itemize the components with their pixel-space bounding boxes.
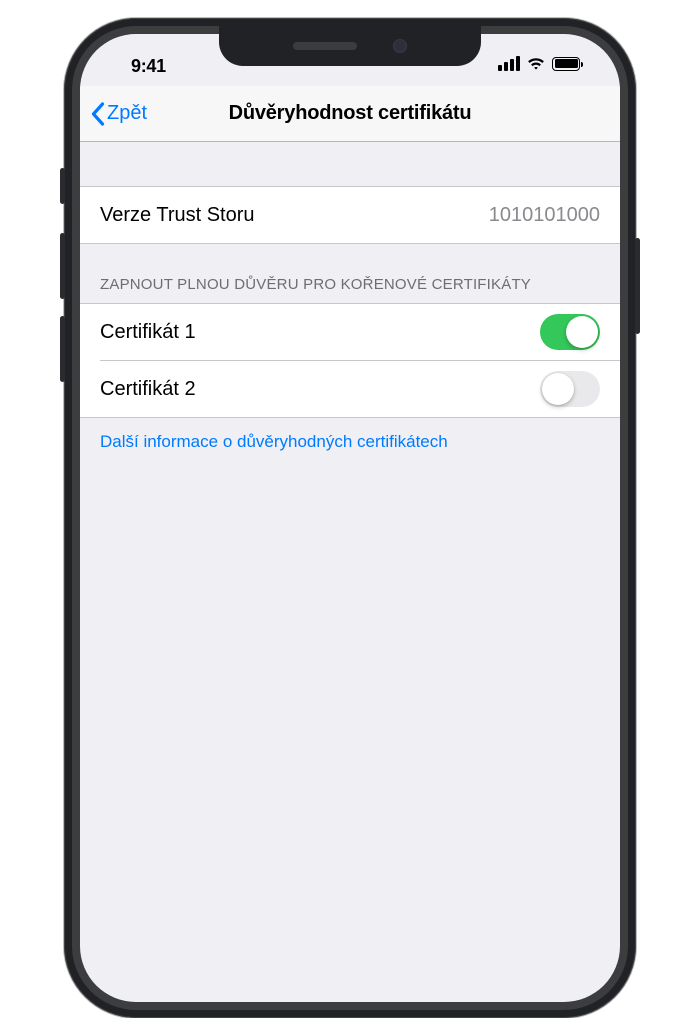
root-certs-group: Certifikát 1 Certifikát 2	[80, 303, 620, 418]
cert-label: Certifikát 2	[100, 378, 196, 401]
trust-store-label: Verze Trust Storu	[100, 204, 255, 227]
chevron-left-icon	[90, 102, 105, 126]
notch	[219, 26, 481, 66]
cert-row-1: Certifikát 1	[80, 304, 620, 360]
page-title: Důvěryhodnost certifikátu	[80, 102, 620, 125]
side-button-vol-down	[60, 316, 65, 382]
nav-bar: Zpět Důvěryhodnost certifikátu	[80, 86, 620, 142]
cert-toggle-1[interactable]	[540, 314, 600, 350]
back-button[interactable]: Zpět	[90, 102, 147, 126]
settings-content: Verze Trust Storu 1010101000 ZAPNOUT PLN…	[80, 142, 620, 452]
side-button-vol-up	[60, 233, 65, 299]
cert-label: Certifikát 1	[100, 321, 196, 344]
device-frame: 9:41	[64, 18, 636, 1018]
cellular-signal-icon	[498, 56, 520, 71]
screen: 9:41	[80, 34, 620, 1002]
cert-toggle-2[interactable]	[540, 371, 600, 407]
trust-store-row: Verze Trust Storu 1010101000	[80, 187, 620, 243]
root-certs-header: ZAPNOUT PLNOU DŮVĚRU PRO KOŘENOVÉ CERTIF…	[80, 244, 620, 303]
front-camera-icon	[393, 39, 407, 53]
side-button-silent	[60, 168, 65, 204]
back-label: Zpět	[107, 102, 147, 125]
earpiece-speaker	[293, 42, 357, 50]
wifi-icon	[526, 56, 546, 71]
trust-store-group: Verze Trust Storu 1010101000	[80, 186, 620, 244]
side-button-power	[635, 238, 640, 334]
status-time: 9:41	[108, 56, 166, 77]
battery-icon	[552, 57, 580, 71]
more-info-link[interactable]: Další informace o důvěryhodných certifik…	[80, 418, 620, 452]
trust-store-value: 1010101000	[489, 204, 600, 227]
cert-row-2: Certifikát 2	[80, 361, 620, 417]
